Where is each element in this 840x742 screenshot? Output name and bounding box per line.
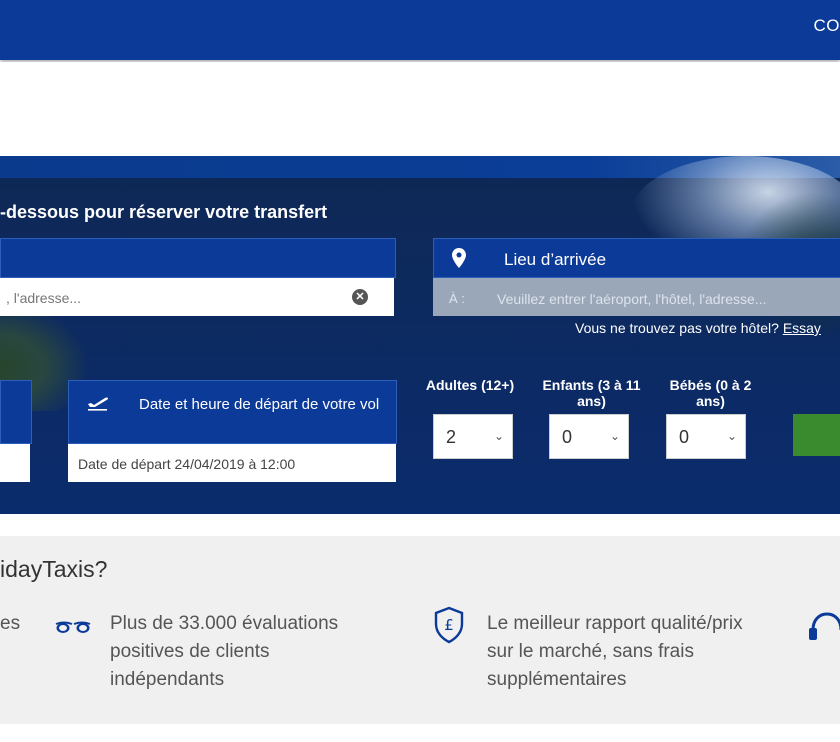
pickup-header	[0, 238, 396, 278]
arrival-date-input[interactable]	[0, 444, 30, 482]
departure-header: Date et heure de départ de votre vol	[68, 380, 397, 444]
pickup-input[interactable]: , l'adresse... ✕	[0, 278, 394, 316]
adults-select[interactable]: 2 ⌄	[433, 414, 513, 459]
chevron-down-icon: ⌄	[609, 429, 620, 443]
hotel-note-link[interactable]: Essay	[783, 320, 821, 336]
arrival-date-header	[0, 380, 32, 444]
nav-link-contact[interactable]: CO	[814, 16, 840, 36]
glasses-icon	[55, 621, 91, 633]
shield-pound-icon: £	[434, 606, 464, 644]
feature-text-1: Plus de 33.000 évaluations positives de …	[110, 613, 339, 690]
adults-label: Adultes (12+)	[425, 377, 515, 393]
children-label: Enfants (3 à 11 ans)	[542, 377, 641, 409]
chevron-down-icon: ⌄	[493, 429, 504, 443]
infants-select[interactable]: 0 ⌄	[666, 414, 746, 459]
clear-icon[interactable]: ✕	[352, 289, 368, 305]
arrival-prefix: À :	[449, 291, 465, 306]
arrival-header: Lieu d’arrivée	[433, 238, 840, 278]
booking-hero: -dessous pour réserver votre transfert ,…	[0, 156, 840, 514]
header-spacer	[0, 62, 840, 156]
map-pin-icon	[452, 248, 466, 268]
svg-text:£: £	[444, 616, 454, 634]
top-navbar: CO	[0, 0, 840, 60]
departure-label: Date et heure de départ de votre vol	[139, 396, 380, 413]
departure-date-value: Date de départ 24/04/2019 à 12:00	[78, 456, 296, 472]
why-title: idayTaxis?	[0, 556, 108, 582]
search-button[interactable]	[793, 414, 840, 456]
adults-value: 2	[446, 427, 457, 447]
plane-takeoff-icon	[88, 397, 108, 411]
pickup-placeholder: , l'adresse...	[6, 290, 82, 306]
arrival-label: Lieu d’arrivée	[504, 250, 607, 269]
booking-title: -dessous pour réserver votre transfert	[0, 202, 328, 222]
infants-value: 0	[679, 427, 690, 447]
headset-icon	[809, 612, 840, 640]
hotel-note-text: Vous ne trouvez pas votre hôtel?	[575, 320, 779, 336]
infants-label: Bébés (0 à 2 ans)	[669, 377, 752, 409]
feature-text-0: es	[0, 613, 21, 634]
arrival-placeholder: Veuillez entrer l'aéroport, l'hôtel, l'a…	[497, 291, 767, 307]
why-section: idayTaxis? es Plus de 33.000 évaluations…	[0, 536, 840, 724]
hotel-not-found-note: Vous ne trouvez pas votre hôtel? Essay	[575, 320, 821, 336]
chevron-down-icon: ⌄	[726, 429, 737, 443]
children-value: 0	[562, 427, 573, 447]
feature-text-2: Le meilleur rapport qualité/prix sur le …	[487, 613, 743, 690]
children-select[interactable]: 0 ⌄	[549, 414, 629, 459]
departure-date-input[interactable]: Date de départ 24/04/2019 à 12:00	[68, 444, 396, 482]
arrival-input[interactable]: À : Veuillez entrer l'aéroport, l'hôtel,…	[433, 278, 840, 316]
